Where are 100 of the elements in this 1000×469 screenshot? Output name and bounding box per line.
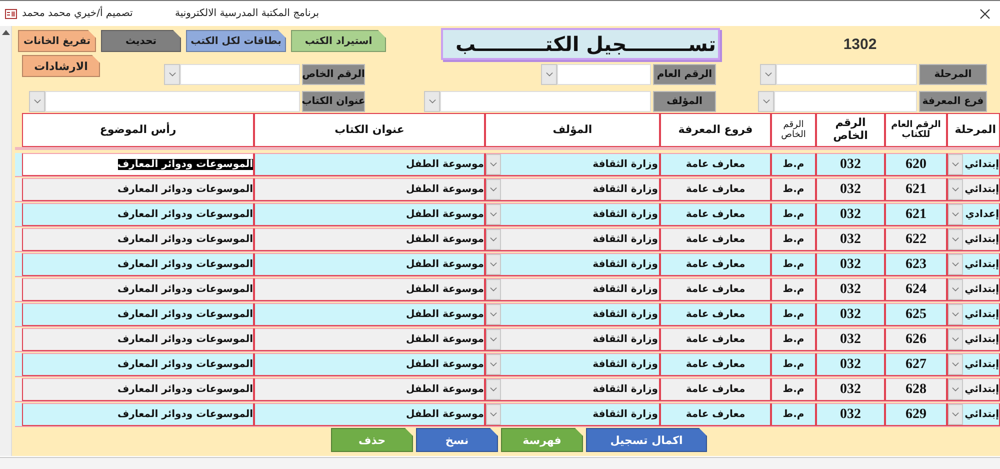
table-cell: 032 bbox=[840, 206, 861, 222]
combo-field[interactable]: إعدادي bbox=[947, 203, 1000, 226]
chevron-down-icon bbox=[490, 312, 497, 317]
combo-field[interactable]: إبتدائي bbox=[947, 278, 1000, 301]
dropdown-button[interactable] bbox=[948, 254, 963, 275]
dropdown-button[interactable] bbox=[486, 329, 501, 350]
combo-field[interactable] bbox=[180, 64, 300, 84]
tab-button[interactable]: بطاقات لكل الكتب bbox=[186, 30, 286, 52]
dropdown-button[interactable] bbox=[948, 304, 963, 325]
dropdown-button[interactable] bbox=[948, 329, 963, 350]
combo-field[interactable]: وزارة الثقافة bbox=[485, 203, 660, 226]
dropdown-button[interactable] bbox=[29, 90, 45, 112]
combo-field[interactable]: إبتدائي bbox=[947, 303, 1000, 326]
chevron-down-icon bbox=[168, 72, 176, 76]
dropdown-button[interactable] bbox=[486, 229, 501, 250]
combo-field[interactable]: إبتدائي bbox=[947, 378, 1000, 401]
chevron-down-icon bbox=[952, 362, 959, 367]
scroll-bar[interactable] bbox=[0, 457, 1000, 469]
table-cell: 032 bbox=[840, 382, 861, 398]
table-cell: موسوعة الطفل bbox=[406, 359, 484, 370]
combo-field[interactable]: إبتدائي bbox=[947, 328, 1000, 351]
combo-field[interactable]: إبتدائي bbox=[947, 228, 1000, 251]
table-cell: م.ط bbox=[782, 309, 804, 320]
table-cell: 628 bbox=[906, 382, 926, 398]
table-cell: معارف عامة bbox=[686, 334, 746, 345]
form-title: تســـــــــجيل الكتــــــــــب bbox=[441, 28, 720, 60]
scroll-up-icon[interactable] bbox=[2, 30, 10, 35]
combo-field[interactable]: وزارة الثقافة bbox=[485, 228, 660, 251]
dropdown-button[interactable] bbox=[424, 90, 440, 112]
combo-field[interactable]: وزارة الثقافة bbox=[485, 303, 660, 326]
table-cell: م.ط bbox=[782, 284, 804, 295]
action-button[interactable]: اكمال تسجيل bbox=[586, 428, 707, 452]
table-cell: م.ط bbox=[782, 159, 804, 170]
dropdown-button[interactable] bbox=[948, 404, 963, 425]
combo-field[interactable] bbox=[774, 90, 917, 112]
dropdown-button[interactable] bbox=[948, 204, 963, 225]
table-cell: معارف عامة bbox=[686, 234, 746, 245]
column-header: المؤلف bbox=[485, 113, 660, 147]
dropdown-button[interactable] bbox=[760, 64, 776, 84]
combo-field[interactable]: وزارة الثقافة bbox=[485, 378, 660, 401]
combo-field[interactable]: وزارة الثقافة bbox=[485, 278, 660, 301]
combo-field[interactable]: إبتدائي bbox=[947, 353, 1000, 376]
combo-field[interactable]: إبتدائي bbox=[947, 153, 1000, 176]
table-cell: 032 bbox=[840, 282, 861, 298]
dropdown-button[interactable] bbox=[486, 354, 501, 375]
chevron-down-icon bbox=[762, 98, 770, 104]
column-header: المرحلة bbox=[947, 113, 1000, 147]
combo-field[interactable]: وزارة الثقافة bbox=[485, 153, 660, 176]
table-cell: م.ط bbox=[782, 259, 804, 270]
dropdown-button[interactable] bbox=[486, 254, 501, 275]
dropdown-button[interactable] bbox=[758, 90, 774, 112]
combo-field[interactable]: وزارة الثقافة bbox=[485, 253, 660, 276]
table-cell: موسوعة الطفل bbox=[406, 159, 484, 170]
action-button[interactable]: نسخ bbox=[416, 428, 498, 452]
close-icon[interactable] bbox=[980, 8, 990, 18]
table-cell: الموسوعات ودوائر المعارف bbox=[118, 334, 253, 345]
combo-field[interactable]: وزارة الثقافة bbox=[485, 178, 660, 201]
dropdown-button[interactable] bbox=[486, 179, 501, 200]
combo-field[interactable]: وزارة الثقافة bbox=[485, 328, 660, 351]
tab-button[interactable]: تفريغ الخانات bbox=[18, 30, 96, 52]
table-cell: الموسوعات ودوائر المعارف bbox=[118, 384, 253, 395]
dropdown-button[interactable] bbox=[948, 179, 963, 200]
combo-field[interactable]: إبتدائي bbox=[947, 403, 1000, 426]
combo-field[interactable]: وزارة الثقافة bbox=[485, 353, 660, 376]
chevron-down-icon bbox=[952, 387, 959, 392]
dropdown-button[interactable] bbox=[486, 204, 501, 225]
dropdown-button[interactable] bbox=[948, 279, 963, 300]
chevron-down-icon bbox=[952, 237, 959, 242]
dropdown-button[interactable] bbox=[948, 154, 963, 175]
combo-field[interactable] bbox=[776, 64, 917, 84]
table-cell: موسوعة الطفل bbox=[406, 209, 484, 220]
combo-field[interactable]: وزارة الثقافة bbox=[485, 403, 660, 426]
dropdown-button[interactable] bbox=[486, 304, 501, 325]
dropdown-button[interactable] bbox=[541, 64, 557, 84]
dropdown-button[interactable] bbox=[164, 64, 180, 84]
dropdown-button[interactable] bbox=[486, 154, 501, 175]
dropdown-button[interactable] bbox=[948, 229, 963, 250]
column-header: رأس الموضوع bbox=[22, 113, 254, 147]
dropdown-button[interactable] bbox=[486, 279, 501, 300]
record-count: 1302 bbox=[842, 35, 878, 53]
table-cell: 032 bbox=[840, 332, 861, 348]
table-cell: موسوعة الطفل bbox=[406, 184, 484, 195]
table-cell: 627 bbox=[906, 356, 926, 372]
dropdown-button[interactable] bbox=[948, 379, 963, 400]
dropdown-button[interactable] bbox=[486, 404, 501, 425]
dropdown-button[interactable] bbox=[948, 354, 963, 375]
combo-field[interactable]: إبتدائي bbox=[947, 178, 1000, 201]
field-label: المرحلة bbox=[919, 64, 987, 84]
combo-field[interactable] bbox=[45, 90, 300, 112]
table-cell: موسوعة الطفل bbox=[406, 309, 484, 320]
combo-field[interactable] bbox=[557, 64, 651, 84]
combo-field[interactable] bbox=[440, 90, 651, 112]
combo-field[interactable]: إبتدائي bbox=[947, 253, 1000, 276]
dropdown-button[interactable] bbox=[486, 379, 501, 400]
help-button[interactable]: الارشادات bbox=[22, 55, 100, 77]
tab-button[interactable]: تحديث bbox=[101, 30, 181, 52]
field-label: عنوان الكتاب bbox=[302, 90, 365, 112]
tab-button[interactable]: استيراد الكتب bbox=[291, 30, 386, 52]
scroll-bar[interactable] bbox=[0, 26, 12, 456]
table-cell: 032 bbox=[840, 156, 861, 172]
